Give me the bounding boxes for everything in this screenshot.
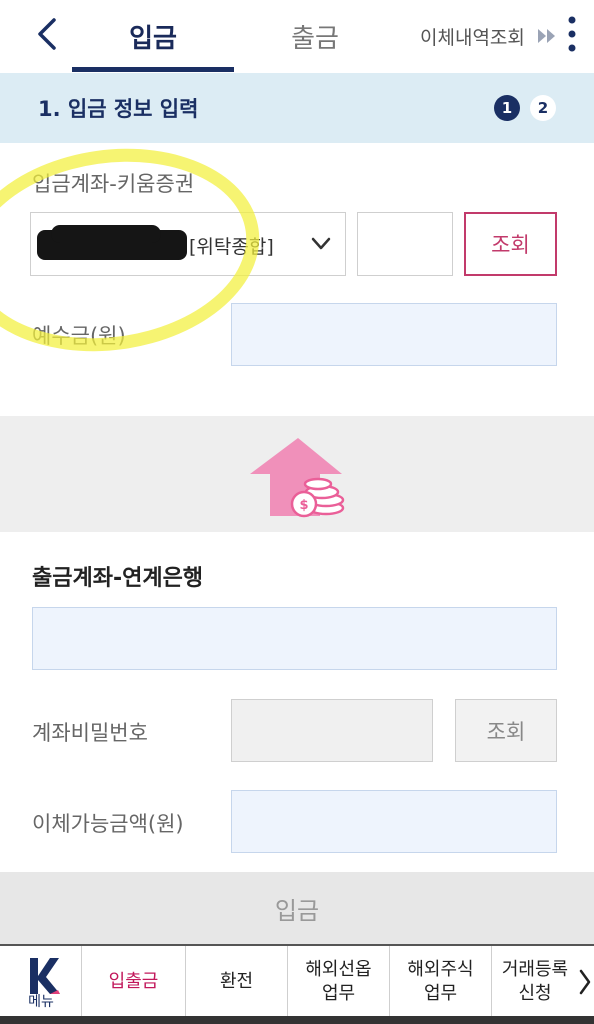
step-indicator-1: 1: [494, 95, 520, 121]
back-button[interactable]: [30, 14, 64, 54]
nav-item-overseas-futures[interactable]: 해외선옵 업무: [288, 946, 390, 1018]
nav-item-deposit-withdraw[interactable]: 입출금: [82, 946, 186, 1018]
nav-item-label: 해외주식 업무: [407, 959, 474, 1004]
account-password-label: 계좌비밀번호: [32, 721, 148, 745]
active-tab-indicator: [72, 67, 234, 72]
balance-field[interactable]: [231, 303, 557, 366]
transfer-history-link[interactable]: 이체내역조회: [420, 0, 525, 73]
transfer-up-coins-icon: $: [250, 438, 345, 518]
deposit-inquiry-button[interactable]: 조회: [464, 212, 557, 276]
nav-item-label: 해외선옵 업무: [305, 959, 372, 1004]
nav-item-trade-registration[interactable]: 거래등록 신청: [492, 946, 578, 1018]
screen-bottom-edge: [0, 1016, 594, 1024]
svg-text:$: $: [299, 498, 308, 513]
account-suffix-input[interactable]: [357, 212, 453, 276]
tab-deposit[interactable]: 입금: [72, 0, 234, 73]
chevron-left-icon: [38, 18, 56, 50]
nav-menu-label: 메뉴: [28, 994, 54, 1010]
step-bar: 1. 입금 정보 입력 1 2: [0, 73, 594, 143]
account-password-field[interactable]: [231, 699, 433, 762]
nav-item-exchange[interactable]: 환전: [186, 946, 288, 1018]
chevron-down-icon: [311, 237, 331, 250]
withdraw-inquiry-button[interactable]: 조회: [455, 699, 557, 762]
chevron-right-icon[interactable]: [578, 968, 592, 996]
nav-menu-button[interactable]: 메뉴: [0, 946, 82, 1018]
available-amount-label: 이체가능금액(원): [32, 812, 184, 836]
nav-item-overseas-stocks[interactable]: 해외주식 업무: [390, 946, 492, 1018]
withdraw-account-label: 출금계좌-연계은행: [32, 566, 204, 591]
withdraw-account-field[interactable]: [32, 607, 557, 670]
nav-item-label: 환전: [219, 971, 254, 992]
fast-forward-icon[interactable]: [538, 29, 556, 43]
more-vertical-icon[interactable]: [564, 16, 580, 52]
deposit-submit-button[interactable]: 입금: [0, 872, 594, 944]
step-indicator-2: 2: [530, 95, 556, 121]
nav-item-label: 거래등록 신청: [501, 959, 569, 1004]
tab-withdraw[interactable]: 출금: [250, 0, 380, 73]
bottom-nav: 메뉴 입출금 환전 해외선옵 업무 해외주식 업무 거래등록 신청: [0, 944, 594, 1024]
available-amount-field[interactable]: [231, 790, 557, 853]
step-title: 1. 입금 정보 입력: [38, 97, 199, 121]
nav-item-label: 입출금: [108, 971, 159, 992]
top-bar: 입금 출금 이체내역조회: [0, 0, 594, 73]
